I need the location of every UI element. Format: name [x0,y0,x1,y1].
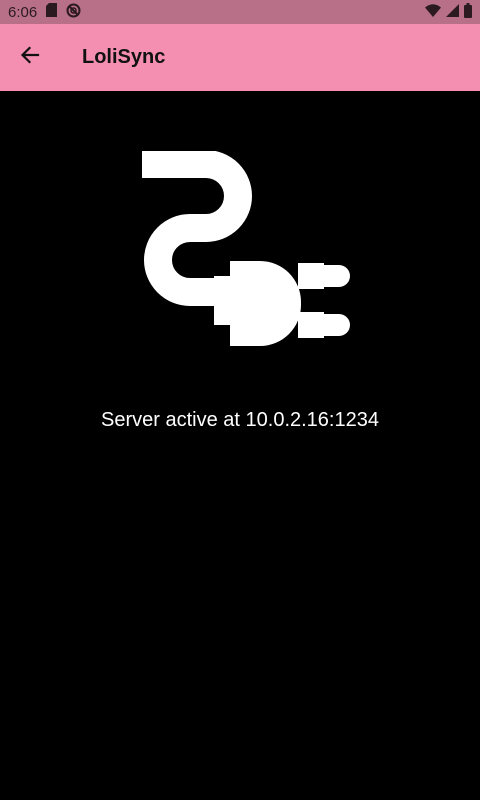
back-button[interactable] [0,24,60,91]
status-left: 6:06 [8,3,81,22]
arrow-back-icon [20,45,40,70]
status-time: 6:06 [8,3,38,21]
status-bar: 6:06 [0,0,480,24]
battery-icon [464,2,472,22]
power-plug-icon [128,150,352,349]
signal-icon [446,3,459,21]
wifi-icon [425,3,441,21]
sync-disabled-icon [66,3,81,22]
sd-card-icon [46,3,58,21]
status-right [425,2,472,22]
main-content: Server active at 10.0.2.16:1234 [0,91,480,800]
server-status-text: Server active at 10.0.2.16:1234 [101,409,379,431]
app-title: LoliSync [82,46,166,68]
app-bar: LoliSync [0,24,480,91]
